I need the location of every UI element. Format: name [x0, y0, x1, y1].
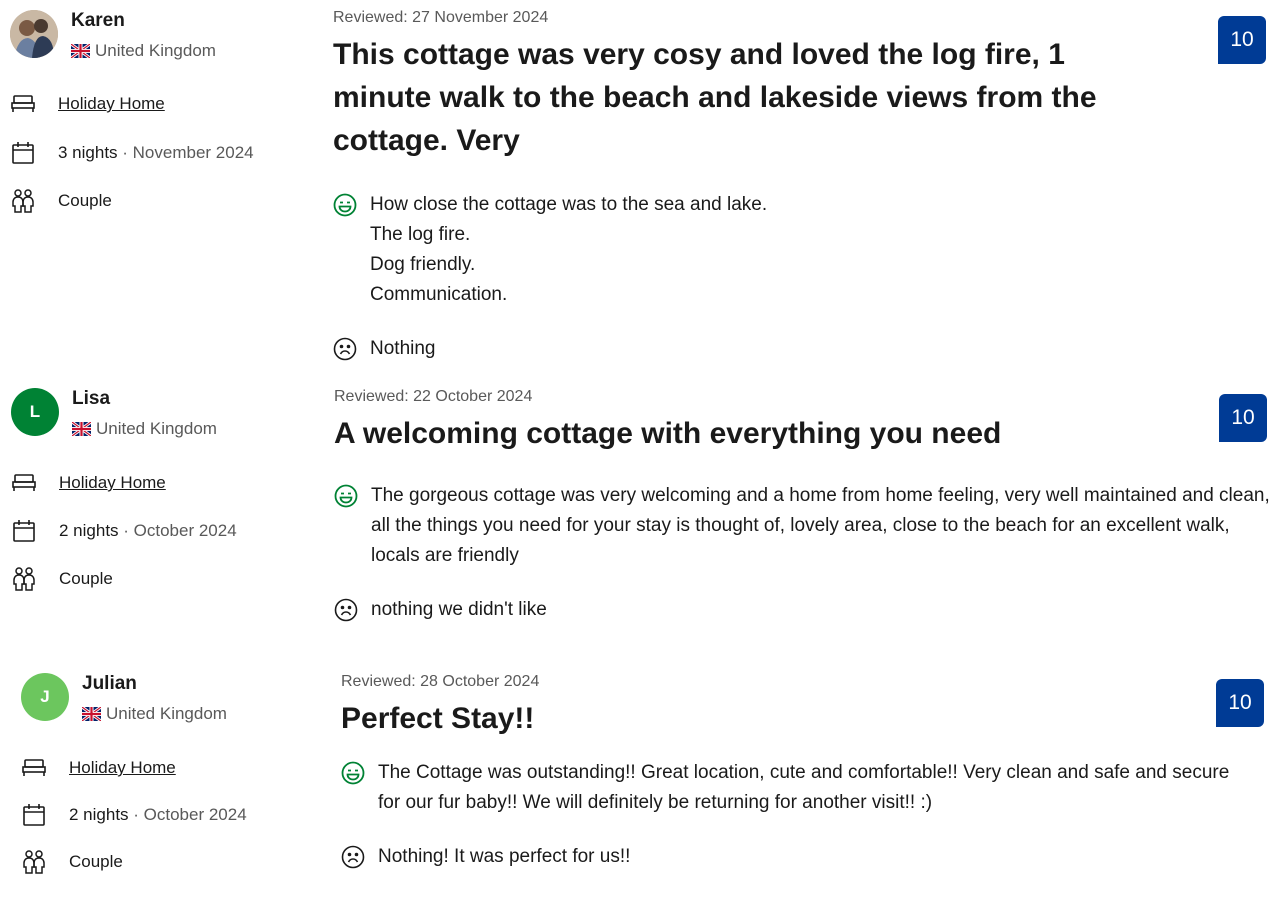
bed-icon [21, 755, 47, 781]
smile-icon [341, 761, 365, 785]
room-type-link[interactable]: Holiday Home [58, 94, 165, 114]
positive-line: The Cottage was outstanding!! Great loca… [378, 762, 1230, 813]
stay-separator: · [118, 521, 134, 540]
reviewer-name: Lisa [72, 388, 111, 409]
room-type-row: Holiday Home [21, 755, 176, 781]
frown-icon [333, 337, 357, 361]
people-icon [21, 849, 47, 875]
country-label: United Kingdom [106, 704, 227, 723]
stay-row: 3 nights · November 2024 [10, 140, 254, 166]
positive-comment: The gorgeous cottage was very welcoming … [334, 481, 1270, 571]
smile-icon [333, 193, 357, 217]
review-date: Reviewed: 27 November 2024 [333, 9, 549, 26]
nights-count: 2 nights [59, 521, 119, 540]
positive-line: Dog friendly. [370, 254, 476, 275]
bed-icon [11, 470, 37, 496]
review-body: Reviewed: 27 November 2024 This cottage … [333, 8, 1163, 364]
positive-comment: How close the cottage was to the sea and… [333, 190, 1163, 310]
group-type: Couple [69, 852, 123, 871]
reviewer-name: Julian [82, 673, 137, 694]
score-badge: 10 [1218, 16, 1266, 64]
positive-line: The log fire. [370, 224, 471, 245]
calendar-icon [11, 518, 37, 544]
positive-line: How close the cottage was to the sea and… [370, 194, 768, 215]
avatar[interactable] [10, 10, 58, 58]
positive-comment: The Cottage was outstanding!! Great loca… [341, 758, 1246, 818]
people-icon [10, 188, 36, 214]
frown-icon [341, 845, 365, 869]
review-date: Reviewed: 22 October 2024 [334, 388, 533, 405]
stay-month: October 2024 [143, 805, 247, 824]
stay-separator: · [117, 143, 133, 162]
uk-flag-icon [82, 707, 101, 721]
review-date: Reviewed: 28 October 2024 [341, 673, 540, 690]
calendar-icon [21, 802, 47, 828]
uk-flag-icon [72, 422, 91, 436]
people-icon [11, 566, 37, 592]
reviewer-info: J Julian United Kingdom Holiday Home 2 n… [21, 673, 321, 903]
positive-line: Communication. [370, 284, 508, 305]
stay-month: October 2024 [133, 521, 237, 540]
reviewer-country: United Kingdom [72, 419, 217, 439]
avatar[interactable]: L [11, 388, 59, 436]
nights-count: 3 nights [58, 143, 118, 162]
stay-row: 2 nights · October 2024 [21, 802, 247, 828]
negative-comment: nothing we didn't like [334, 595, 1270, 625]
room-type-row: Holiday Home [11, 470, 166, 496]
reviewer-info: L Lisa United Kingdom Holiday Home 2 nig… [11, 388, 311, 618]
positive-line: The gorgeous cottage was very welcoming … [371, 485, 1270, 566]
reviewer-name: Karen [71, 10, 125, 31]
smile-icon [334, 484, 358, 508]
room-type-link[interactable]: Holiday Home [59, 473, 166, 493]
negative-line: nothing we didn't like [371, 599, 547, 620]
country-label: United Kingdom [95, 41, 216, 60]
reviewer-info: Karen United Kingdom Holiday Home 3 nigh… [10, 10, 310, 240]
stay-separator: · [128, 805, 144, 824]
review-title: This cottage was very cosy and loved the… [333, 38, 1097, 157]
country-label: United Kingdom [96, 419, 217, 438]
calendar-icon [10, 140, 36, 166]
bed-icon [10, 91, 36, 117]
negative-comment: Nothing! It was perfect for us!! [341, 842, 1246, 872]
negative-line: Nothing [370, 338, 436, 359]
frown-icon [334, 598, 358, 622]
uk-flag-icon [71, 44, 90, 58]
group-type: Couple [59, 569, 113, 588]
group-row: Couple [21, 849, 123, 875]
review-title: Perfect Stay!! [341, 702, 535, 735]
review-title: A welcoming cottage with everything you … [334, 417, 1002, 450]
stay-row: 2 nights · October 2024 [11, 518, 237, 544]
review-body: Reviewed: 28 October 2024 Perfect Stay!!… [341, 672, 1246, 872]
room-type-row: Holiday Home [10, 91, 165, 117]
reviewer-country: United Kingdom [71, 41, 216, 61]
group-row: Couple [11, 566, 113, 592]
nights-count: 2 nights [69, 805, 129, 824]
group-row: Couple [10, 188, 112, 214]
room-type-link[interactable]: Holiday Home [69, 758, 176, 778]
negative-line: Nothing! It was perfect for us!! [378, 846, 631, 867]
avatar[interactable]: J [21, 673, 69, 721]
review-body: Reviewed: 22 October 2024 A welcoming co… [334, 387, 1270, 625]
score-badge: 10 [1216, 679, 1264, 727]
stay-month: November 2024 [132, 143, 254, 162]
negative-comment: Nothing [333, 334, 1163, 364]
group-type: Couple [58, 191, 112, 210]
reviewer-country: United Kingdom [82, 704, 227, 724]
score-badge: 10 [1219, 394, 1267, 442]
